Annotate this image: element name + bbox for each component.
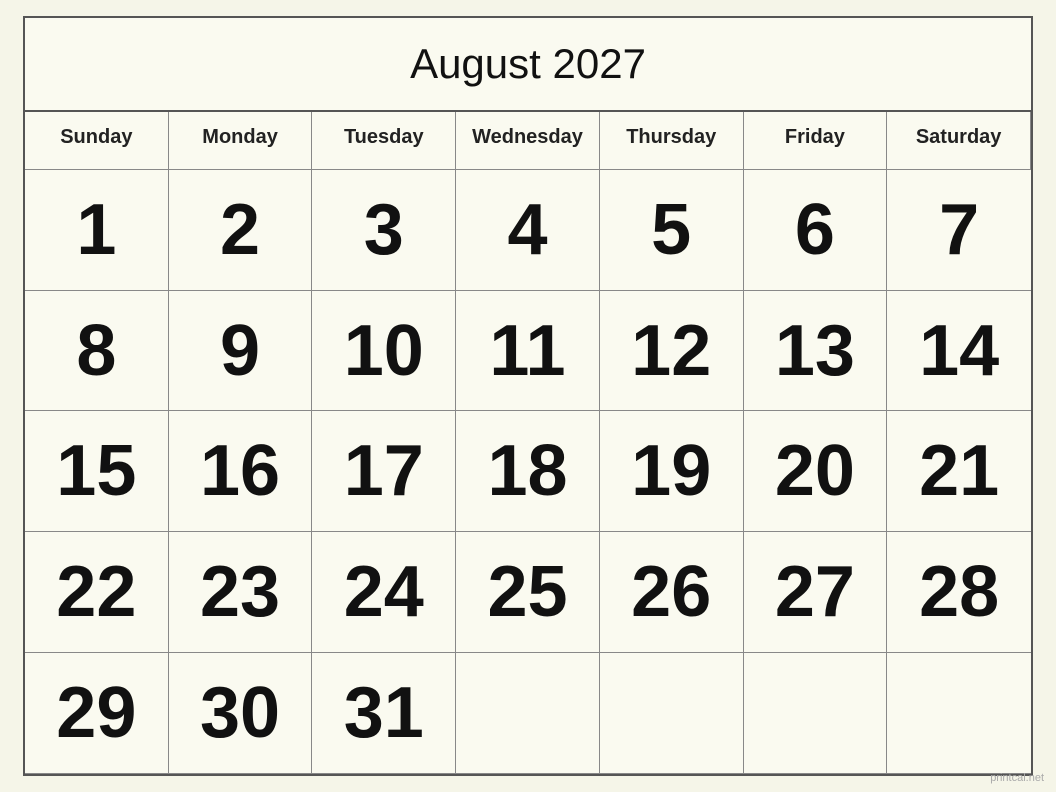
day-header-tuesday: Tuesday bbox=[312, 112, 456, 170]
day-cell-4: 4 bbox=[456, 170, 600, 291]
day-cell-11: 11 bbox=[456, 291, 600, 412]
day-cell-19: 19 bbox=[600, 411, 744, 532]
day-cell-15: 15 bbox=[25, 411, 169, 532]
day-cell-9: 9 bbox=[169, 291, 313, 412]
day-cell-22: 22 bbox=[25, 532, 169, 653]
day-cell-20: 20 bbox=[744, 411, 888, 532]
day-cell-24: 24 bbox=[312, 532, 456, 653]
day-cell-8: 8 bbox=[25, 291, 169, 412]
day-cell-31: 31 bbox=[312, 653, 456, 774]
day-cell-3: 3 bbox=[312, 170, 456, 291]
day-cell-empty-3 bbox=[744, 653, 888, 774]
day-header-sunday: Sunday bbox=[25, 112, 169, 170]
day-cell-empty-2 bbox=[600, 653, 744, 774]
day-cell-7: 7 bbox=[887, 170, 1031, 291]
calendar: August 2027 Sunday Monday Tuesday Wednes… bbox=[23, 16, 1033, 776]
day-cell-30: 30 bbox=[169, 653, 313, 774]
day-cell-2: 2 bbox=[169, 170, 313, 291]
day-header-friday: Friday bbox=[744, 112, 888, 170]
day-cell-empty-4 bbox=[887, 653, 1031, 774]
day-cell-18: 18 bbox=[456, 411, 600, 532]
day-header-thursday: Thursday bbox=[600, 112, 744, 170]
day-cell-5: 5 bbox=[600, 170, 744, 291]
day-cell-empty-1 bbox=[456, 653, 600, 774]
watermark: printcal.net bbox=[990, 772, 1044, 784]
day-cell-1: 1 bbox=[25, 170, 169, 291]
day-header-saturday: Saturday bbox=[887, 112, 1031, 170]
calendar-grid: Sunday Monday Tuesday Wednesday Thursday… bbox=[25, 112, 1031, 774]
day-cell-14: 14 bbox=[887, 291, 1031, 412]
day-header-wednesday: Wednesday bbox=[456, 112, 600, 170]
day-cell-12: 12 bbox=[600, 291, 744, 412]
day-cell-6: 6 bbox=[744, 170, 888, 291]
day-cell-16: 16 bbox=[169, 411, 313, 532]
day-cell-26: 26 bbox=[600, 532, 744, 653]
day-cell-27: 27 bbox=[744, 532, 888, 653]
day-cell-13: 13 bbox=[744, 291, 888, 412]
day-cell-23: 23 bbox=[169, 532, 313, 653]
day-cell-28: 28 bbox=[887, 532, 1031, 653]
day-cell-25: 25 bbox=[456, 532, 600, 653]
day-cell-10: 10 bbox=[312, 291, 456, 412]
day-cell-21: 21 bbox=[887, 411, 1031, 532]
day-cell-17: 17 bbox=[312, 411, 456, 532]
day-header-monday: Monday bbox=[169, 112, 313, 170]
day-cell-29: 29 bbox=[25, 653, 169, 774]
calendar-title: August 2027 bbox=[25, 18, 1031, 112]
